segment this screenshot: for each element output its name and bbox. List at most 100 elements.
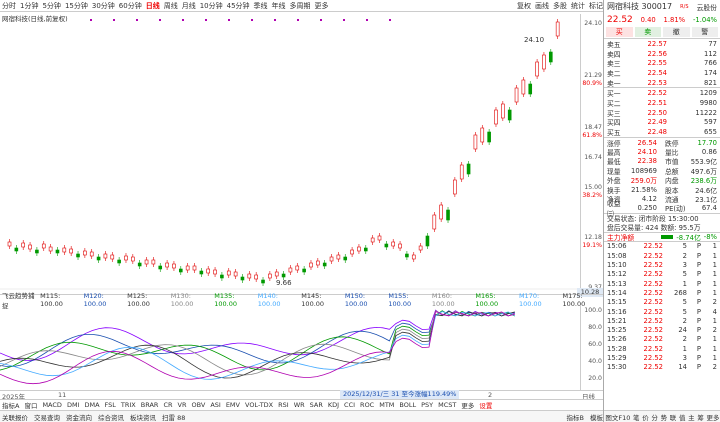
indicator-tick: 20.0 (588, 375, 602, 382)
sell-button[interactable]: 卖 (634, 27, 661, 37)
candle (350, 249, 354, 255)
indicator-tab-6[interactable]: TRIX (121, 401, 136, 409)
bottom-tab-2[interactable]: 资金流向 (66, 412, 92, 422)
candle (329, 256, 334, 262)
quote-tab-5[interactable]: 联 (670, 412, 677, 422)
indicator-tab-20[interactable]: MTM (379, 401, 394, 409)
bottom-tab-5[interactable]: 扫雷 88 (162, 412, 185, 422)
signal-marker (366, 19, 368, 21)
candle (274, 271, 279, 277)
alert-button[interactable]: 警 (691, 27, 718, 37)
tick-volume: 3 (682, 261, 687, 270)
interval-8[interactable]: 月线 (182, 1, 196, 11)
tool-3[interactable]: 统计 (571, 1, 585, 11)
indicator-tab-12[interactable]: EMV (226, 401, 240, 409)
tool-0[interactable]: 复权 (517, 1, 531, 11)
tick-time: 15:06 (607, 242, 627, 251)
indicator-chart[interactable] (0, 305, 580, 390)
quote-tab-1[interactable]: 笔 (633, 412, 640, 422)
interval-14[interactable]: 更多 (315, 1, 329, 11)
indicator-tab-7[interactable]: BRAR (141, 401, 159, 409)
quote-tab-7[interactable]: 主 (688, 412, 695, 422)
tool-4[interactable]: 标记 (589, 1, 603, 11)
tick-volume: 5 (682, 298, 687, 307)
price-change: 0.40 (640, 15, 656, 24)
interval-12[interactable]: 年线 (272, 1, 286, 11)
interval-1[interactable]: 1分钟 (20, 1, 38, 11)
indicator-tab-11[interactable]: ASI (210, 401, 221, 409)
buy-button[interactable]: 买 (606, 27, 633, 37)
signal-marker (136, 19, 138, 21)
interval-2[interactable]: 5分钟 (42, 1, 60, 11)
indicator-tab-19[interactable]: ROC (360, 401, 374, 409)
quote-tab-3[interactable]: 分 (651, 412, 658, 422)
indicator-tab-15[interactable]: WR (294, 401, 305, 409)
candle (487, 131, 491, 143)
bottom-tab-right-1[interactable]: 模板 (590, 412, 603, 422)
tool-1[interactable]: 画线 (535, 1, 549, 11)
tick-time: 15:13 (607, 279, 627, 288)
indicator-tab-3[interactable]: DMI (67, 401, 80, 409)
indicator-tab-5[interactable]: FSL (105, 401, 116, 409)
tick-volume: 1 (682, 344, 687, 353)
candlestick-chart[interactable]: 24.10 9.66 (0, 14, 580, 314)
indicator-tab-16[interactable]: SAR (310, 401, 323, 409)
quote-tab-2[interactable]: 价 (642, 412, 649, 422)
tick-volume: 2 (682, 251, 687, 260)
stat-value: 22.38 (637, 157, 657, 166)
tick-price: 22.52 (643, 261, 663, 270)
bottom-tab-1[interactable]: 交易查询 (34, 412, 60, 422)
indicator-tab-17[interactable]: KDJ (328, 401, 339, 409)
orderbook-price: 22.56 (647, 49, 667, 58)
indicator-tab-1[interactable]: 窗口 (24, 400, 37, 410)
indicator-tab-2[interactable]: MACD (42, 401, 61, 409)
quote-tab-6[interactable]: 值 (679, 412, 686, 422)
cancel-button[interactable]: 撤 (663, 27, 690, 37)
candle (336, 254, 341, 260)
candle (14, 247, 19, 252)
main-flow-bar (661, 234, 674, 239)
bottom-tab-0[interactable]: 关联报价 (2, 412, 28, 422)
interval-3[interactable]: 15分钟 (65, 1, 88, 11)
candle (185, 265, 190, 271)
interval-13[interactable]: 多周期 (290, 1, 311, 11)
candle (247, 273, 252, 279)
tool-2[interactable]: 多股 (553, 1, 567, 11)
indicator-tab-14[interactable]: RSI (278, 401, 289, 409)
bottom-tab-3[interactable]: 综合资讯 (98, 412, 124, 422)
bottom-tab-4[interactable]: 板块资讯 (130, 412, 156, 422)
candle (199, 270, 204, 275)
interval-5[interactable]: 60分钟 (119, 1, 142, 11)
interval-11[interactable]: 季线 (254, 1, 268, 11)
indicator-tab-10[interactable]: OBV (191, 401, 205, 409)
interval-6[interactable]: 日线 (146, 1, 160, 11)
quote-tab-8[interactable]: 筹 (697, 412, 704, 422)
indicator-tab-21[interactable]: BOLL (399, 401, 416, 409)
candle (151, 259, 156, 265)
interval-9[interactable]: 10分钟 (200, 1, 223, 11)
indicator-tab-0[interactable]: 指标A (2, 400, 19, 410)
quote-tab-4[interactable]: 势 (661, 412, 668, 422)
quote-tab-9[interactable]: 更多 (707, 412, 720, 422)
interval-10[interactable]: 45分钟 (227, 1, 250, 11)
indicator-tab-4[interactable]: DMA (84, 401, 99, 409)
indicator-tab-25[interactable]: 设置 (479, 400, 492, 410)
tick-side: P (696, 270, 701, 279)
interval-7[interactable]: 周线 (164, 1, 178, 11)
orderbook-row: 卖五 22.57 77 (604, 39, 720, 49)
indicator-tab-23[interactable]: MCST (438, 401, 456, 409)
indicator-tab-22[interactable]: PSY (421, 401, 433, 409)
quote-tab-0[interactable]: 图文F10 (605, 412, 630, 422)
indicator-tab-9[interactable]: VR (178, 401, 187, 409)
bottom-tab-right-0[interactable]: 指标B (567, 412, 584, 422)
interval-4[interactable]: 30分钟 (92, 1, 115, 11)
cloud-link[interactable]: 云股份 (697, 2, 717, 12)
indicator-tab-13[interactable]: VOL-TDX (245, 401, 273, 409)
signal-marker (90, 19, 92, 21)
indicator-tab-24[interactable]: 更多 (461, 400, 474, 410)
main-flow-value: -8.74亿 (676, 233, 701, 242)
indicator-tab-18[interactable]: CCI (344, 401, 355, 409)
indicator-tab-8[interactable]: CR (163, 401, 172, 409)
tick-row: 15:15 22.52 5 P 2 (604, 298, 720, 307)
interval-0[interactable]: 分时 (2, 1, 16, 11)
